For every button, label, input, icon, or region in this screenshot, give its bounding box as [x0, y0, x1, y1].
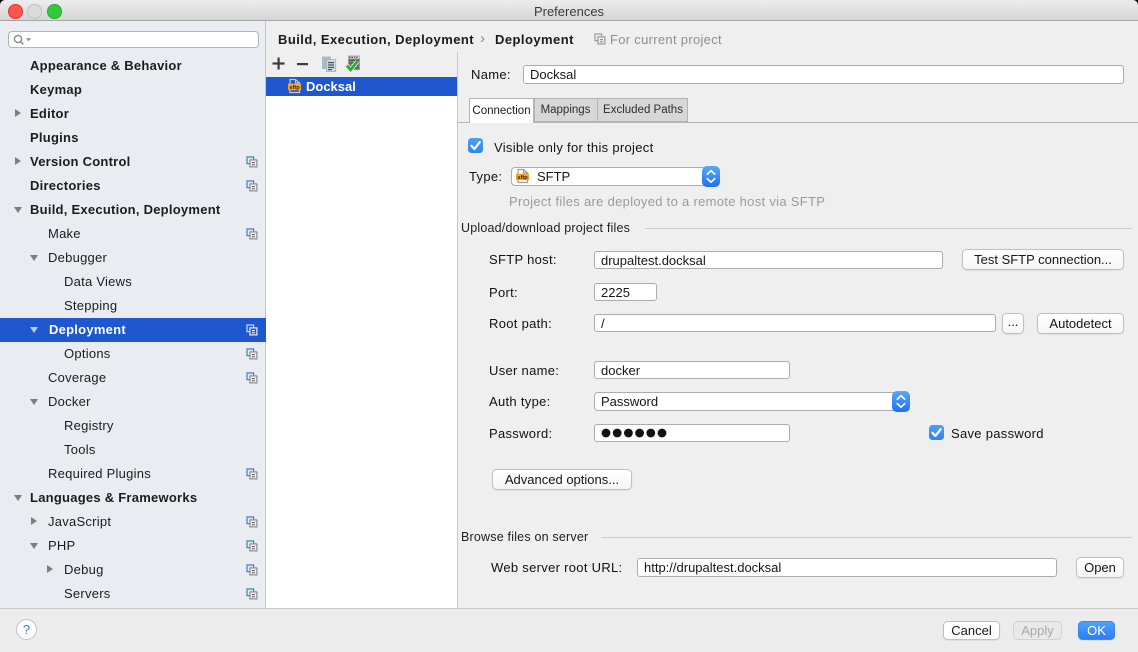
svg-text:sftp: sftp — [517, 175, 528, 181]
svg-text:sftp: sftp — [289, 85, 300, 91]
